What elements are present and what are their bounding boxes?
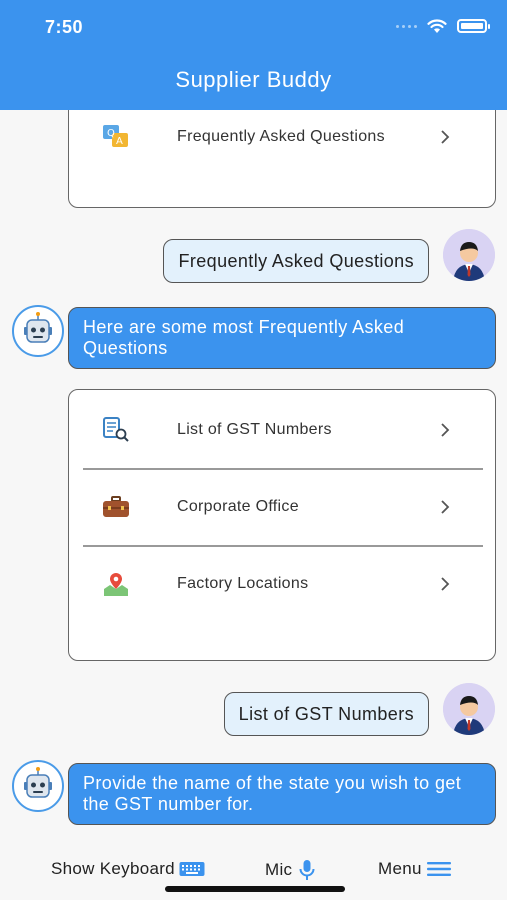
map-pin-icon <box>101 569 131 599</box>
faq-card: List of GST Numbers Corporate Office Fac… <box>68 389 496 661</box>
card-item-label: Frequently Asked Questions <box>177 128 385 145</box>
show-keyboard-label: Show Keyboard <box>51 859 175 878</box>
chevron-right-icon <box>435 130 455 144</box>
bottom-toolbar: Show Keyboard Mic Menu <box>0 846 507 900</box>
card-item-label: List of GST Numbers <box>177 421 332 438</box>
home-indicator[interactable] <box>165 886 345 892</box>
hamburger-menu-icon <box>426 862 451 876</box>
card-item-factory-locations[interactable]: Factory Locations <box>83 546 483 622</box>
bot-avatar <box>12 305 64 357</box>
user-message: Frequently Asked Questions <box>163 239 429 283</box>
mic-label: Mic <box>265 860 293 879</box>
faq-card-previous: Q A Frequently Asked Questions <box>68 110 496 208</box>
keyboard-icon <box>179 862 205 876</box>
app-header: 7:50 Supplier Buddy <box>0 0 507 110</box>
chevron-right-icon <box>435 423 455 437</box>
mic-icon <box>299 860 315 880</box>
card-item-corporate-office[interactable]: Corporate Office <box>83 469 483 545</box>
status-icons <box>396 18 490 34</box>
show-keyboard-button[interactable]: Show Keyboard <box>51 859 205 879</box>
mic-button[interactable]: Mic <box>265 859 316 881</box>
signal-icon <box>396 24 417 28</box>
svg-text:A: A <box>116 136 123 147</box>
card-item-faq[interactable]: Q A Frequently Asked Questions <box>83 110 483 175</box>
wifi-icon <box>427 19 447 33</box>
user-avatar <box>443 683 495 735</box>
briefcase-icon <box>101 492 131 522</box>
user-message: List of GST Numbers <box>223 692 429 736</box>
svg-text:Q: Q <box>107 128 115 139</box>
status-time: 7:50 <box>45 17 84 37</box>
chevron-right-icon <box>435 577 455 591</box>
page-title: Supplier Buddy <box>175 67 332 92</box>
menu-button[interactable]: Menu <box>378 859 452 879</box>
bot-message: Here are some most Frequently Asked Ques… <box>68 307 496 369</box>
bot-avatar <box>12 760 64 812</box>
bot-message: Provide the name of the state you wish t… <box>68 763 496 825</box>
card-item-label: Factory Locations <box>177 575 309 592</box>
card-item-label: Corporate Office <box>177 498 299 515</box>
battery-icon <box>457 19 490 33</box>
document-search-icon <box>101 415 131 445</box>
chat-area[interactable]: Q A Frequently Asked Questions Frequentl… <box>0 110 507 846</box>
menu-label: Menu <box>378 859 422 878</box>
faq-icon: Q A <box>101 122 131 152</box>
card-item-gst-numbers[interactable]: List of GST Numbers <box>83 392 483 468</box>
chevron-right-icon <box>435 500 455 514</box>
user-avatar <box>443 229 495 281</box>
